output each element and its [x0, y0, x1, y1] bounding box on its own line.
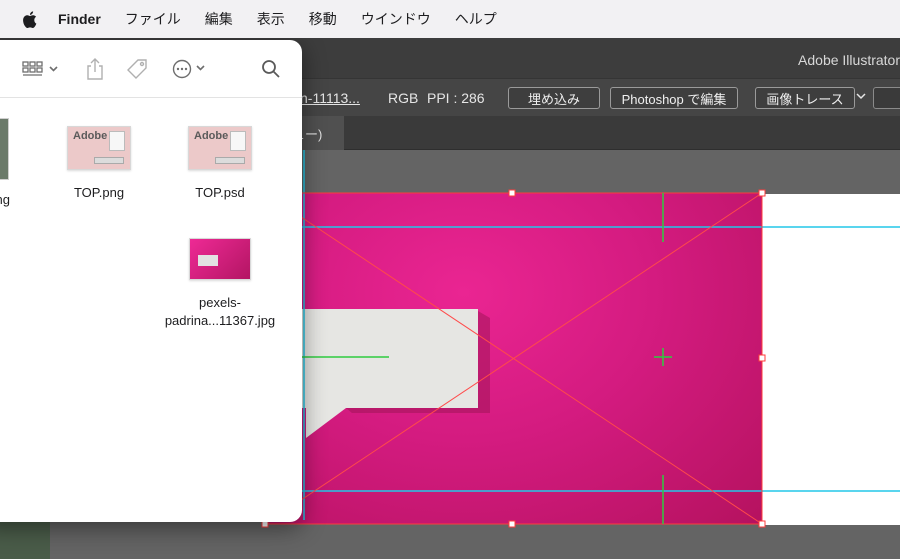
menu-view[interactable]: 表示 — [257, 9, 285, 29]
image-trace-button[interactable]: 画像トレース — [755, 87, 855, 109]
menu-bar: Finder ファイル 編集 表示 移動 ウインドウ ヘルプ — [0, 0, 900, 38]
edit-in-photoshop-button[interactable]: Photoshop で編集 — [610, 87, 738, 109]
apple-logo-icon[interactable] — [22, 10, 38, 28]
file-thumbnail: Adobe — [188, 126, 252, 170]
ppi-label: PPI : 286 — [427, 90, 485, 106]
keyboard-graphic — [215, 157, 245, 164]
placed-image[interactable] — [265, 193, 762, 524]
menu-go[interactable]: 移動 — [309, 9, 337, 29]
thumbnail-text: Adobe — [73, 130, 108, 142]
app-title: Adobe Illustrator — [798, 52, 900, 68]
finder-toolbar — [0, 40, 302, 98]
bubble-graphic — [198, 255, 218, 266]
view-grid-icon[interactable] — [20, 56, 62, 82]
linked-file-name[interactable]: n-11113... — [300, 90, 360, 106]
share-icon[interactable] — [82, 56, 108, 82]
tag-icon[interactable] — [124, 56, 150, 82]
menu-edit[interactable]: 編集 — [205, 9, 233, 29]
more-icon[interactable] — [170, 56, 212, 82]
monitor-graphic — [230, 131, 246, 151]
file-thumbnail — [189, 238, 251, 280]
menu-window[interactable]: ウインドウ — [361, 9, 431, 29]
embed-button[interactable]: 埋め込み — [508, 87, 600, 109]
file-name-label: TOP.png — [73, 185, 125, 200]
file-item[interactable]: Adobe TOP.psd — [155, 126, 285, 202]
menu-finder[interactable]: Finder — [58, 11, 101, 27]
monitor-graphic — [109, 131, 125, 151]
menu-help[interactable]: ヘルプ — [455, 9, 497, 29]
file-name-label: ng — [0, 192, 10, 207]
file-item[interactable]: pexels- padrina...11367.jpg — [155, 238, 285, 330]
file-thumbnail: Adobe — [67, 126, 131, 170]
file-name-label: pexels- padrina...11367.jpg — [164, 295, 276, 328]
file-name-label: TOP.psd — [195, 185, 245, 200]
file-item[interactable]: Adobe TOP.png — [34, 126, 164, 202]
keyboard-graphic — [94, 157, 124, 164]
artboard — [762, 194, 900, 525]
preset-dropdown[interactable] — [873, 87, 900, 109]
tool-panel-edge — [0, 522, 50, 559]
menu-file[interactable]: ファイル — [125, 9, 181, 29]
finder-window[interactable]: ng Adobe TOP.png Adobe TOP.psd pexels- p… — [0, 40, 302, 522]
file-thumbnail[interactable] — [0, 118, 9, 180]
search-icon[interactable] — [258, 56, 284, 82]
color-mode-label: RGB — [388, 90, 419, 106]
chevron-down-icon[interactable] — [856, 90, 866, 104]
thumbnail-text: Adobe — [194, 130, 229, 142]
